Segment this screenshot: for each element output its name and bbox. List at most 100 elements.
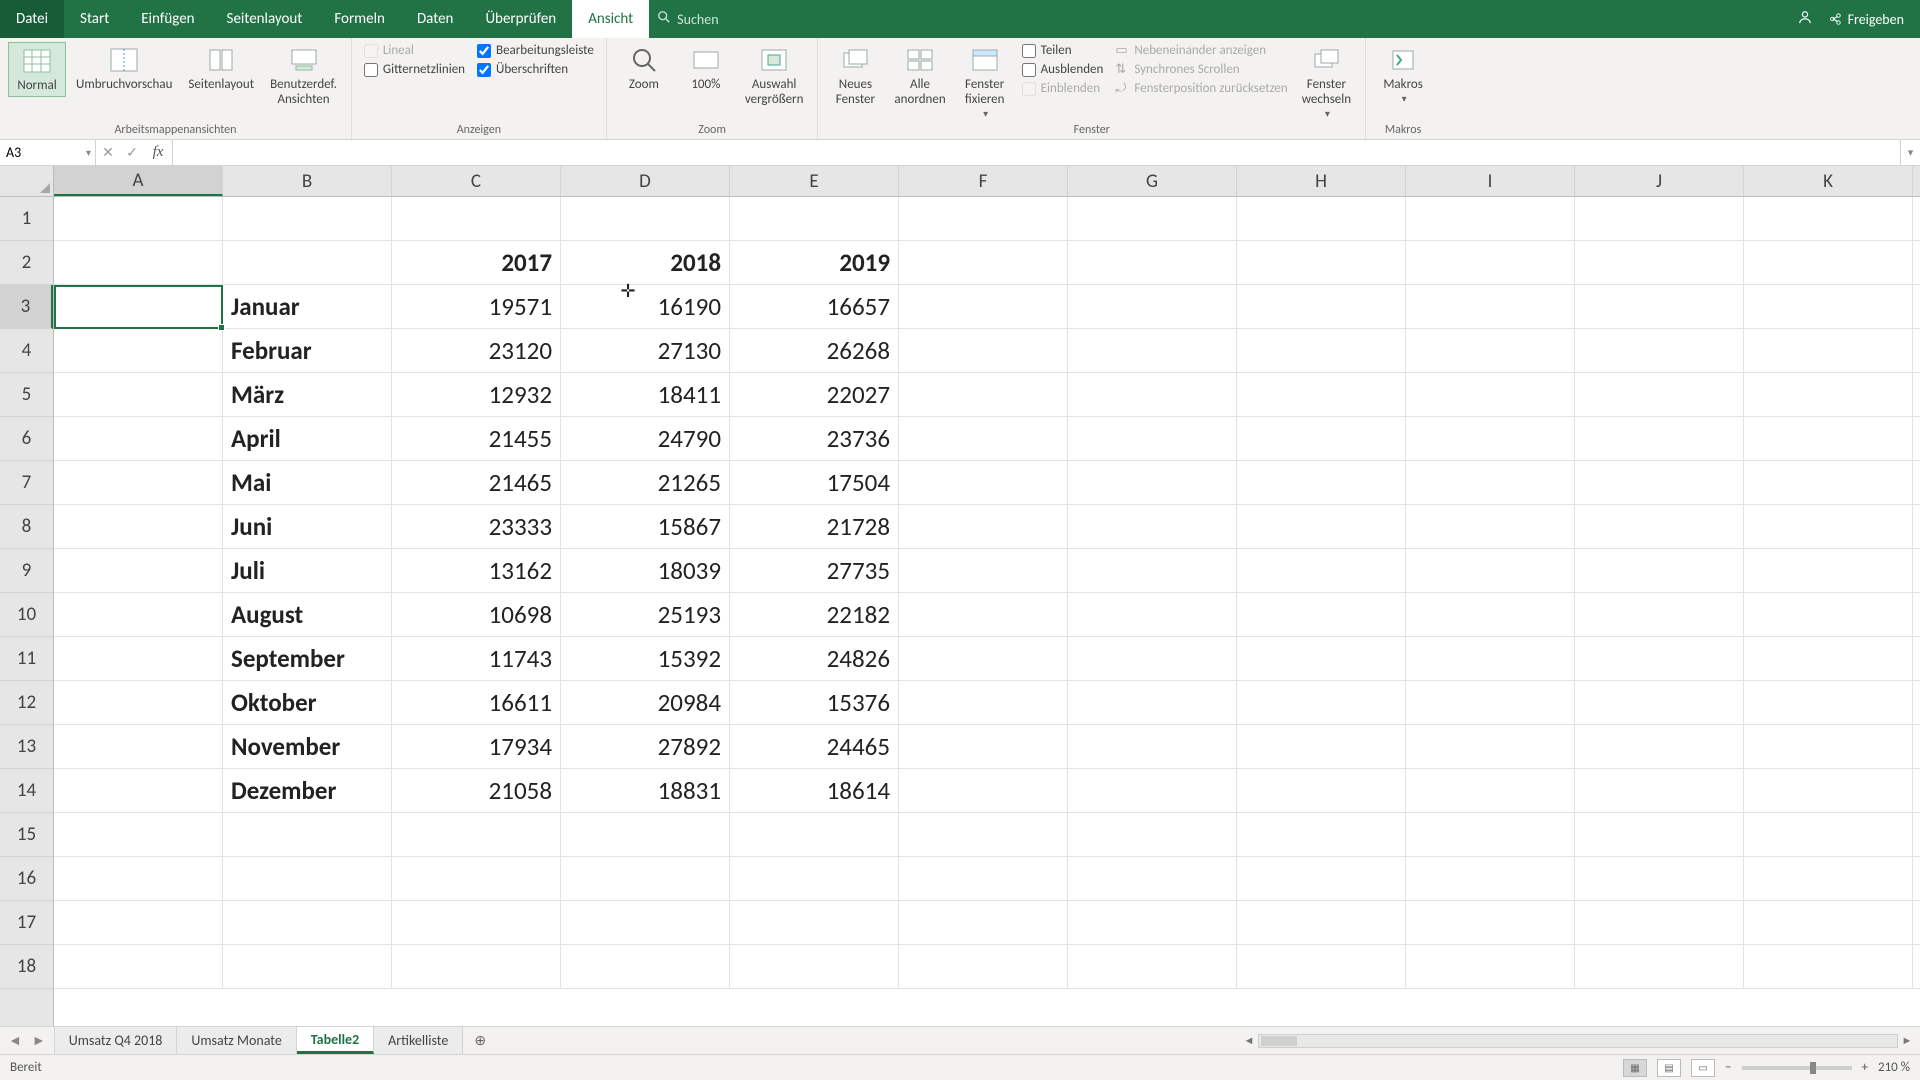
zoom-button[interactable]: Zoom: [615, 42, 673, 95]
cell-F7[interactable]: [899, 461, 1068, 504]
cell-B7[interactable]: Mai: [223, 461, 392, 504]
cell-I7[interactable]: [1406, 461, 1575, 504]
cell-A9[interactable]: [54, 549, 223, 592]
sheet-tab-umsatz-q4-2018[interactable]: Umsatz Q4 2018: [55, 1027, 178, 1054]
row-header-11[interactable]: 11: [0, 637, 53, 681]
cell-A7[interactable]: [54, 461, 223, 504]
cell-C18[interactable]: [392, 945, 561, 988]
cell-I3[interactable]: [1406, 285, 1575, 328]
cell-E8[interactable]: 21728: [730, 505, 899, 548]
name-box[interactable]: A3 ▾: [0, 140, 96, 165]
cell-G4[interactable]: [1068, 329, 1237, 372]
cell-J7[interactable]: [1575, 461, 1744, 504]
cell-J14[interactable]: [1575, 769, 1744, 812]
tab-page-layout[interactable]: Seitenlayout: [211, 0, 319, 38]
cell-A12[interactable]: [54, 681, 223, 724]
cell-H5[interactable]: [1237, 373, 1406, 416]
check-hide[interactable]: Ausblenden: [1018, 61, 1108, 78]
cell-A14[interactable]: [54, 769, 223, 812]
cell-D6[interactable]: 24790: [561, 417, 730, 460]
cell-B11[interactable]: September: [223, 637, 392, 680]
cell-A6[interactable]: [54, 417, 223, 460]
cell-D2[interactable]: 2018: [561, 241, 730, 284]
cell-G14[interactable]: [1068, 769, 1237, 812]
row-header-1[interactable]: 1: [0, 197, 53, 241]
tab-data[interactable]: Daten: [401, 0, 469, 38]
cell-H13[interactable]: [1237, 725, 1406, 768]
scroll-right-icon[interactable]: ►: [1898, 1034, 1916, 1047]
cell-J2[interactable]: [1575, 241, 1744, 284]
cell-K3[interactable]: [1744, 285, 1913, 328]
cell-I13[interactable]: [1406, 725, 1575, 768]
cell-K1[interactable]: [1744, 197, 1913, 240]
view-page-small[interactable]: ▤: [1657, 1059, 1681, 1077]
row-header-5[interactable]: 5: [0, 373, 53, 417]
cell-G15[interactable]: [1068, 813, 1237, 856]
cell-B8[interactable]: Juni: [223, 505, 392, 548]
check-formula-bar[interactable]: Bearbeitungsleiste: [473, 42, 598, 59]
cell-B18[interactable]: [223, 945, 392, 988]
cell-I16[interactable]: [1406, 857, 1575, 900]
cell-B4[interactable]: Februar: [223, 329, 392, 372]
cell-D3[interactable]: 16190: [561, 285, 730, 328]
cell-F6[interactable]: [899, 417, 1068, 460]
cell-K13[interactable]: [1744, 725, 1913, 768]
cells-container[interactable]: 201720182019Januar195711619016657Februar…: [54, 197, 1920, 1026]
cell-G2[interactable]: [1068, 241, 1237, 284]
cell-F3[interactable]: [899, 285, 1068, 328]
macros-button[interactable]: Makros: [1374, 42, 1432, 106]
cell-G12[interactable]: [1068, 681, 1237, 724]
cell-B5[interactable]: März: [223, 373, 392, 416]
cell-B9[interactable]: Juli: [223, 549, 392, 592]
view-normal-small[interactable]: ▦: [1623, 1059, 1647, 1077]
cell-K4[interactable]: [1744, 329, 1913, 372]
cell-C5[interactable]: 12932: [392, 373, 561, 416]
cell-A18[interactable]: [54, 945, 223, 988]
cell-G7[interactable]: [1068, 461, 1237, 504]
view-break-small[interactable]: ▭: [1691, 1059, 1715, 1077]
cell-B14[interactable]: Dezember: [223, 769, 392, 812]
cell-D14[interactable]: 18831: [561, 769, 730, 812]
sheet-tab-tabelle2[interactable]: Tabelle2: [297, 1027, 374, 1054]
cell-E10[interactable]: 22182: [730, 593, 899, 636]
cell-I10[interactable]: [1406, 593, 1575, 636]
tab-start[interactable]: Start: [64, 0, 125, 38]
cell-A11[interactable]: [54, 637, 223, 680]
cell-H7[interactable]: [1237, 461, 1406, 504]
cell-F5[interactable]: [899, 373, 1068, 416]
cell-G16[interactable]: [1068, 857, 1237, 900]
cell-H3[interactable]: [1237, 285, 1406, 328]
add-sheet-button[interactable]: ⊕: [463, 1027, 497, 1054]
cell-D7[interactable]: 21265: [561, 461, 730, 504]
cell-F2[interactable]: [899, 241, 1068, 284]
column-header-B[interactable]: B: [223, 166, 392, 196]
cell-J16[interactable]: [1575, 857, 1744, 900]
sheet-nav[interactable]: ◄ ►: [0, 1027, 55, 1054]
row-header-12[interactable]: 12: [0, 681, 53, 725]
sheet-next-icon[interactable]: ►: [32, 1032, 46, 1049]
spreadsheet-grid[interactable]: ABCDEFGHIJK 123456789101112131415161718 …: [0, 166, 1920, 1026]
zoom-out-button[interactable]: −: [1725, 1060, 1731, 1075]
scroll-thumb[interactable]: [1261, 1036, 1297, 1046]
cell-K15[interactable]: [1744, 813, 1913, 856]
column-header-J[interactable]: J: [1575, 166, 1744, 196]
formula-input[interactable]: [173, 140, 1900, 165]
cell-J11[interactable]: [1575, 637, 1744, 680]
row-header-7[interactable]: 7: [0, 461, 53, 505]
cell-D5[interactable]: 18411: [561, 373, 730, 416]
cell-A17[interactable]: [54, 901, 223, 944]
cell-G13[interactable]: [1068, 725, 1237, 768]
row-headers[interactable]: 123456789101112131415161718: [0, 197, 54, 1026]
cell-A2[interactable]: [54, 241, 223, 284]
fx-icon[interactable]: fx: [144, 144, 172, 161]
check-gridlines[interactable]: Gitternetzlinien: [360, 61, 469, 78]
cell-F18[interactable]: [899, 945, 1068, 988]
cell-B17[interactable]: [223, 901, 392, 944]
cell-D9[interactable]: 18039: [561, 549, 730, 592]
cell-H4[interactable]: [1237, 329, 1406, 372]
cell-H2[interactable]: [1237, 241, 1406, 284]
cell-D16[interactable]: [561, 857, 730, 900]
check-split[interactable]: Teilen: [1018, 42, 1108, 59]
row-header-17[interactable]: 17: [0, 901, 53, 945]
cell-E13[interactable]: 24465: [730, 725, 899, 768]
